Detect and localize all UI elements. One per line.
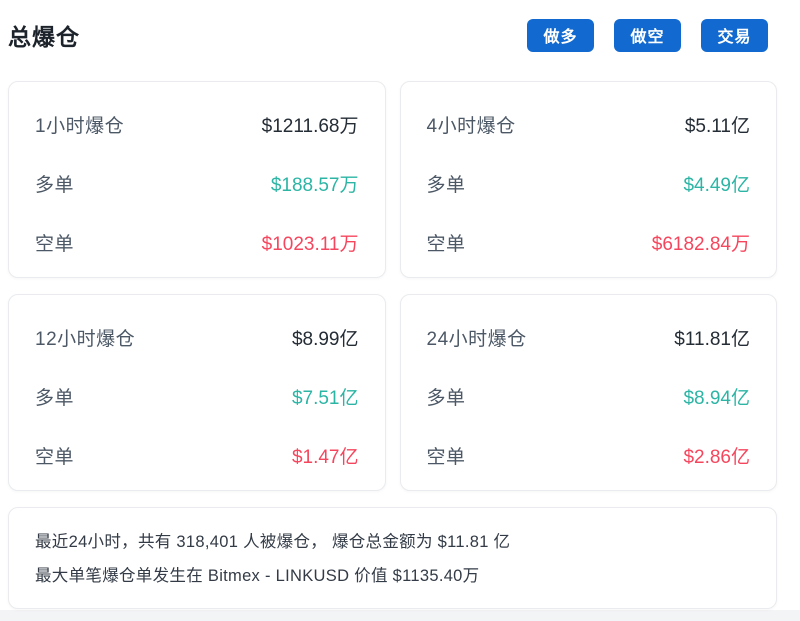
summary-line-2: 最大单笔爆仓单发生在 Bitmex - LINKUSD 价值 $1135.40万 [35, 559, 750, 593]
card-long-row: 多单 $4.49亿 [427, 170, 751, 197]
card-title: 24小时爆仓 [427, 324, 527, 351]
short-button[interactable]: 做空 [614, 19, 681, 52]
liquidation-panel: 总爆仓 做多 做空 交易 1小时爆仓 $1211.68万 多单 $188.57万… [0, 0, 800, 610]
long-label: 多单 [427, 383, 466, 410]
long-label: 多单 [427, 170, 466, 197]
summary-card: 最近24小时，共有 318,401 人被爆仓， 爆仓总金额为 $11.81 亿 … [8, 507, 777, 609]
card-title: 4小时爆仓 [427, 111, 516, 138]
card-short-row: 空单 $6182.84万 [427, 229, 751, 256]
short-value: $2.86亿 [683, 442, 750, 469]
short-label: 空单 [427, 229, 466, 256]
card-long-row: 多单 $188.57万 [35, 170, 359, 197]
long-label: 多单 [35, 170, 74, 197]
long-button[interactable]: 做多 [527, 19, 594, 52]
card-total-row: 24小时爆仓 $11.81亿 [427, 324, 751, 351]
card-long-row: 多单 $8.94亿 [427, 383, 751, 410]
toolbar: 做多 做空 交易 [527, 19, 768, 52]
short-value: $6182.84万 [652, 229, 750, 256]
card-12h-liquidation: 12小时爆仓 $8.99亿 多单 $7.51亿 空单 $1.47亿 [8, 294, 386, 491]
card-title: 12小时爆仓 [35, 324, 135, 351]
summary-line-1: 最近24小时，共有 318,401 人被爆仓， 爆仓总金额为 $11.81 亿 [35, 525, 750, 559]
card-short-row: 空单 $1.47亿 [35, 442, 359, 469]
card-total-row: 1小时爆仓 $1211.68万 [35, 111, 359, 138]
short-label: 空单 [35, 229, 74, 256]
card-long-row: 多单 $7.51亿 [35, 383, 359, 410]
card-title: 1小时爆仓 [35, 111, 124, 138]
long-value: $188.57万 [271, 170, 359, 197]
total-value: $1211.68万 [262, 111, 359, 138]
trade-button[interactable]: 交易 [701, 19, 768, 52]
card-short-row: 空单 $1023.11万 [35, 229, 359, 256]
header: 总爆仓 做多 做空 交易 [8, 16, 777, 54]
short-label: 空单 [427, 442, 466, 469]
short-value: $1.47亿 [292, 442, 359, 469]
total-value: $11.81亿 [674, 324, 750, 351]
short-label: 空单 [35, 442, 74, 469]
card-total-row: 12小时爆仓 $8.99亿 [35, 324, 359, 351]
short-value: $1023.11万 [262, 229, 359, 256]
long-label: 多单 [35, 383, 74, 410]
card-24h-liquidation: 24小时爆仓 $11.81亿 多单 $8.94亿 空单 $2.86亿 [400, 294, 778, 491]
long-value: $4.49亿 [683, 170, 750, 197]
total-value: $5.11亿 [685, 111, 750, 138]
card-total-row: 4小时爆仓 $5.11亿 [427, 111, 751, 138]
page-title: 总爆仓 [8, 18, 80, 52]
card-short-row: 空单 $2.86亿 [427, 442, 751, 469]
card-1h-liquidation: 1小时爆仓 $1211.68万 多单 $188.57万 空单 $1023.11万 [8, 81, 386, 278]
long-value: $8.94亿 [683, 383, 750, 410]
card-4h-liquidation: 4小时爆仓 $5.11亿 多单 $4.49亿 空单 $6182.84万 [400, 81, 778, 278]
total-value: $8.99亿 [292, 324, 359, 351]
cards-grid: 1小时爆仓 $1211.68万 多单 $188.57万 空单 $1023.11万… [8, 81, 777, 491]
long-value: $7.51亿 [292, 383, 359, 410]
content-container: 总爆仓 做多 做空 交易 1小时爆仓 $1211.68万 多单 $188.57万… [8, 16, 777, 609]
